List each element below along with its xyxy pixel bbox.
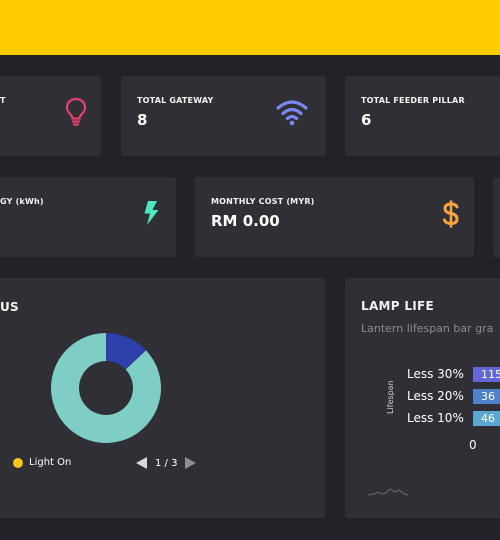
y-axis-title: Lifespan — [386, 380, 395, 414]
chart-legend[interactable]: Light On — [13, 457, 71, 468]
lamp-status-panel: US Light On 1 / 3 — [0, 278, 325, 518]
stat-value: RM 0.00 — [211, 212, 280, 230]
total-gateway-card[interactable]: TOTAL GATEWAY 8 — [121, 76, 326, 156]
status-donut-chart — [50, 333, 161, 443]
bar-value: 115 — [473, 367, 500, 382]
bar-category-label: Less 30% — [407, 367, 464, 381]
bar-category-label: Less 10% — [407, 411, 464, 425]
panel-title: LAMP LIFE — [361, 299, 435, 313]
monthly-cost-card[interactable]: MONTHLY COST (MYR) RM 0.00 — [195, 177, 474, 257]
panel-subtitle: Lantern lifespan bar gra — [361, 322, 494, 335]
bar-value: 36 — [473, 389, 500, 404]
lightbulb-icon — [65, 97, 87, 131]
partial-card — [493, 177, 500, 257]
lamp-life-panel: LAMP LIFE Lantern lifespan bar gra Lifes… — [345, 278, 500, 518]
legend-color-dot — [13, 457, 23, 468]
stat-label: GY (kWh) — [0, 197, 44, 206]
prev-page-icon[interactable] — [136, 457, 147, 469]
next-page-icon[interactable] — [185, 457, 197, 469]
stat-value: 8 — [137, 111, 148, 129]
wifi-icon — [275, 98, 309, 130]
sparkline — [368, 488, 408, 496]
stat-label: TOTAL GATEWAY — [137, 96, 214, 105]
total-energy-card[interactable]: GY (kWh) — [0, 177, 176, 257]
panel-title: US — [0, 300, 19, 314]
lightning-icon — [142, 199, 160, 231]
dollar-icon — [441, 199, 461, 233]
stat-value: 6 — [361, 111, 372, 129]
legend-pager: 1 / 3 — [136, 457, 197, 469]
total-feeder-pillar-card[interactable]: TOTAL FEEDER PILLAR 6 — [345, 76, 500, 156]
total-light-card[interactable]: T — [0, 76, 101, 156]
x-axis-tick: 0 — [469, 438, 477, 452]
stat-label: TOTAL FEEDER PILLAR — [361, 96, 465, 105]
top-header-bar — [0, 0, 500, 55]
pager-text: 1 / 3 — [155, 457, 178, 469]
bar-value: 46 — [473, 411, 500, 426]
legend-label: Light On — [29, 457, 72, 468]
stat-label: T — [0, 96, 6, 105]
stat-label: MONTHLY COST (MYR) — [211, 197, 315, 206]
bar-category-label: Less 20% — [407, 389, 464, 403]
